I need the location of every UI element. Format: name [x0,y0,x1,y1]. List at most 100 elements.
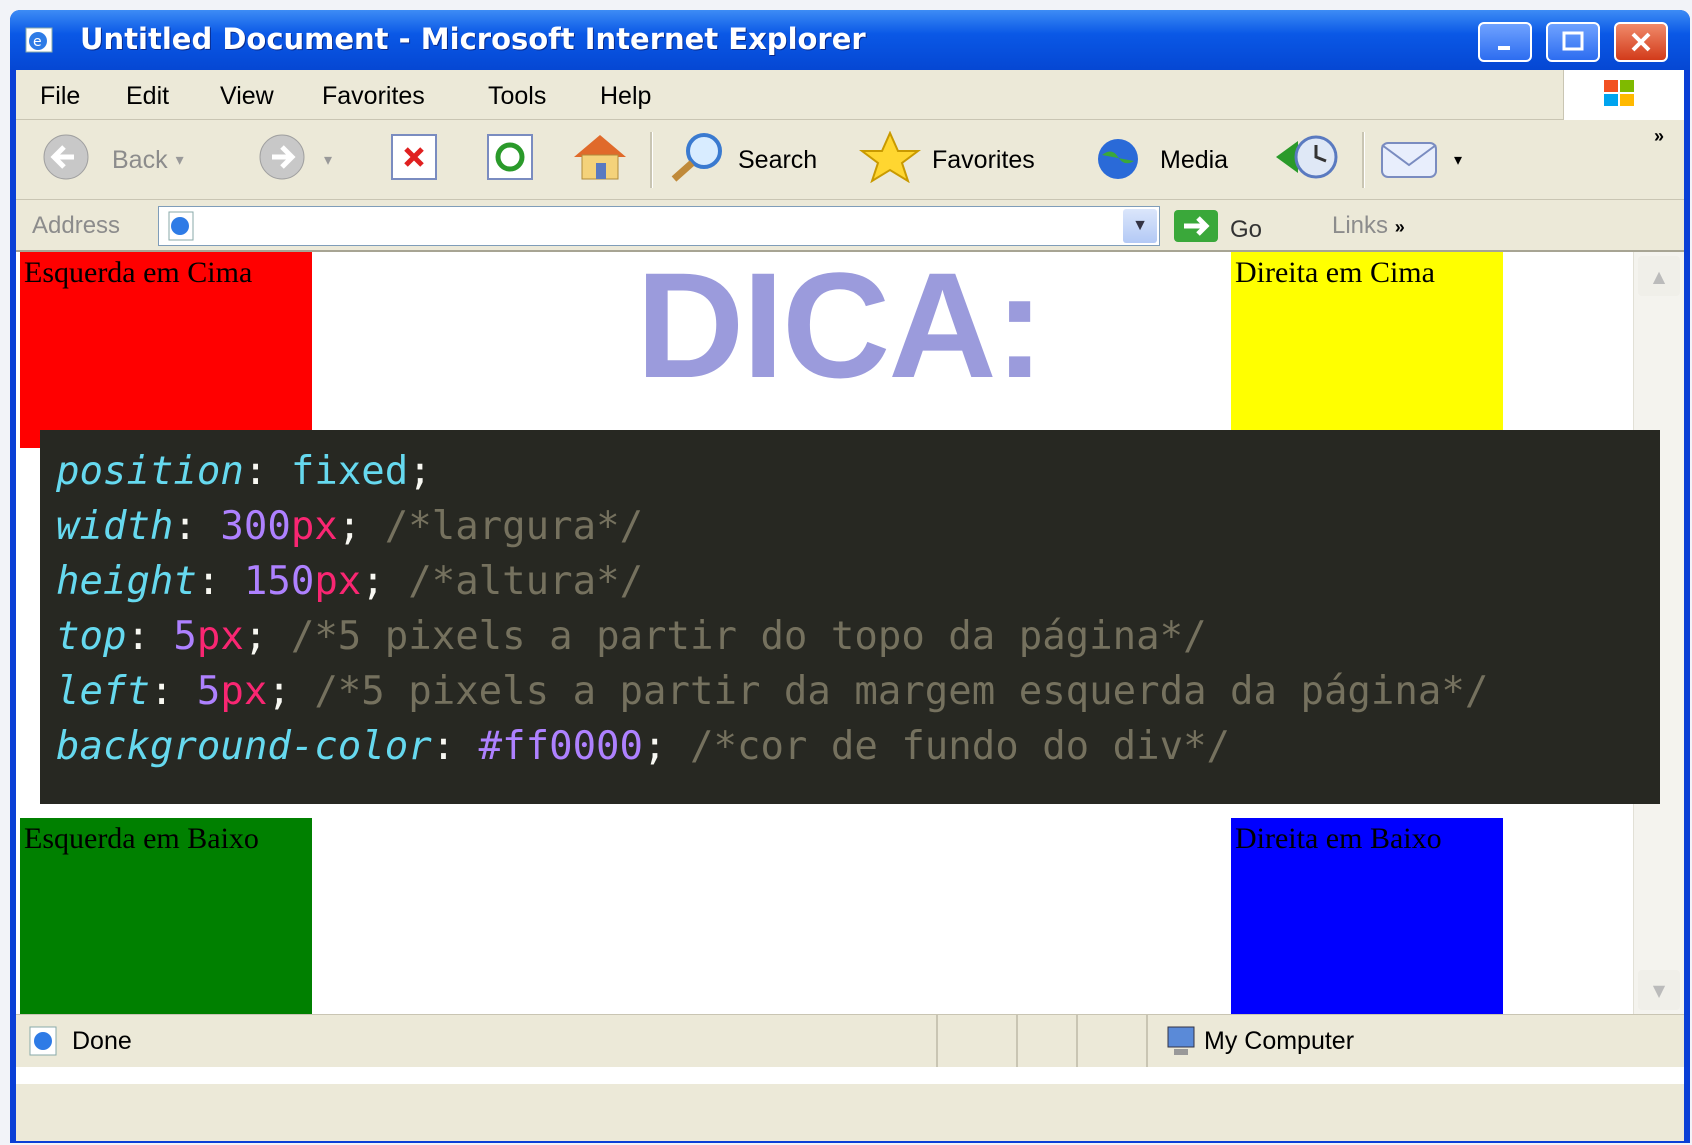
back-arrow-icon [40,131,104,190]
chevron-up-icon: ▲ [1652,266,1666,286]
toolbar-separator [650,132,653,188]
code-comment: /*altura*/ [408,559,644,604]
code-block: position: fixed; width: 300px; /*largura*… [40,430,1660,804]
zone-text: My Computer [1204,1027,1355,1055]
toolbar-separator [1362,132,1365,188]
address-label: Address [32,212,121,239]
stop-button[interactable] [386,133,442,186]
slide-heading: DICA: [636,241,1045,409]
chevron-down-icon: ▾ [175,152,184,169]
box-bottom-left: Esquerda em Baixo [20,818,312,1014]
page-icon [165,210,197,249]
back-label: Back [112,145,168,174]
code-property: left [56,669,150,714]
favorites-label: Favorites [932,145,1035,174]
window-title: Untitled Document - Microsoft Internet E… [80,22,866,56]
history-button[interactable] [1272,134,1346,186]
mail-button[interactable]: ▾ [1378,134,1462,186]
code-unit: px [220,669,268,714]
chevron-down-icon: ▼ [1132,217,1148,234]
menu-view[interactable]: View [220,82,274,111]
code-comment: /*5 pixels a partir da margem esquerda d… [314,669,1489,714]
media-label: Media [1160,145,1229,174]
box-top-left: Esquerda em Cima [20,252,312,448]
search-label: Search [738,145,818,174]
windows-logo-icon [1563,70,1684,120]
status-text: Done [72,1027,132,1055]
title-bar[interactable]: e Untitled Document - Microsoft Internet… [10,10,1690,70]
code-property: position [56,449,244,494]
code-property: background-color [56,724,432,769]
scroll-down-button[interactable]: ▼ [1638,970,1680,1010]
status-divider [936,1015,938,1067]
search-icon [666,131,730,190]
ie-icon: e [24,24,56,56]
code-number: 150 [243,559,315,604]
menu-bar: File Edit View Favorites Tools Help [16,70,1684,120]
code-line: width: 300px; /*largura*/ [56,504,644,549]
media-button[interactable]: Media [1088,134,1228,186]
stop-icon [386,131,442,190]
go-arrow-icon [1172,208,1220,251]
code-line: left: 5px; /*5 pixels a partir da margem… [56,669,1489,714]
home-icon [568,131,632,190]
code-line: background-color: #ff0000; /*cor de fund… [56,724,1231,769]
code-line: position: fixed; [56,449,432,494]
status-bar: Done My Computer [16,1014,1684,1067]
code-comment: /*largura*/ [384,504,644,549]
computer-icon [1164,1023,1200,1066]
code-unit: px [314,559,362,604]
code-property: top [56,614,127,659]
refresh-button[interactable] [482,133,538,186]
code-comment: /*cor de fundo do div*/ [690,724,1231,769]
menu-favorites[interactable]: Favorites [322,82,425,111]
box-bottom-right: Direita em Baixo [1231,818,1503,1014]
status-divider [1076,1015,1078,1067]
code-number: 300 [220,504,291,549]
code-line: top: 5px; /*5 pixels a partir do topo da… [56,614,1207,659]
go-label: Go [1230,215,1263,243]
back-button[interactable]: Back ▾ [40,134,184,186]
mail-icon [1378,131,1446,190]
svg-text:e: e [33,34,42,50]
home-button[interactable] [568,134,632,186]
refresh-icon [482,131,538,190]
star-icon [856,130,924,190]
close-button[interactable] [1614,22,1668,62]
favorites-button[interactable]: Favorites [856,130,1035,186]
minimize-button[interactable] [1478,22,1532,62]
address-input[interactable]: ▼ [158,206,1160,246]
code-unit: px [290,504,338,549]
page-done-icon [26,1025,66,1064]
status-divider [1016,1015,1018,1067]
links-label: Links [1332,212,1389,239]
code-line: height: 150px; /*altura*/ [56,559,644,604]
go-button[interactable]: Go [1172,208,1262,251]
history-icon [1272,131,1346,190]
maximize-button[interactable] [1546,22,1600,62]
media-globe-icon [1088,131,1152,190]
box-top-right: Direita em Cima [1231,252,1503,448]
chevron-down-icon: ▼ [1652,980,1666,1000]
menu-tools[interactable]: Tools [488,82,546,111]
menu-edit[interactable]: Edit [126,82,169,111]
menu-help[interactable]: Help [600,82,651,111]
search-button[interactable]: Search [666,132,818,186]
chevron-down-icon: ▾ [1454,152,1463,169]
code-comment: /*5 pixels a partir do topo da página*/ [290,614,1207,659]
code-number: 5 [196,669,221,714]
status-divider [1146,1015,1148,1067]
code-number: 5 [173,614,197,659]
chevron-down-icon: ▾ [324,152,333,169]
forward-button[interactable]: ▾ [252,134,332,186]
code-value: fixed [290,449,409,494]
code-number: #ff0000 [478,724,644,769]
code-property: width [56,504,174,549]
menu-file[interactable]: File [40,82,80,111]
scroll-up-button[interactable]: ▲ [1638,256,1680,296]
code-property: height [56,559,197,604]
links-button[interactable]: Links » [1332,212,1405,240]
links-overflow-icon: » [1394,217,1405,237]
toolbar-overflow-icon[interactable]: » [1654,126,1664,147]
address-dropdown-button[interactable]: ▼ [1123,209,1157,243]
